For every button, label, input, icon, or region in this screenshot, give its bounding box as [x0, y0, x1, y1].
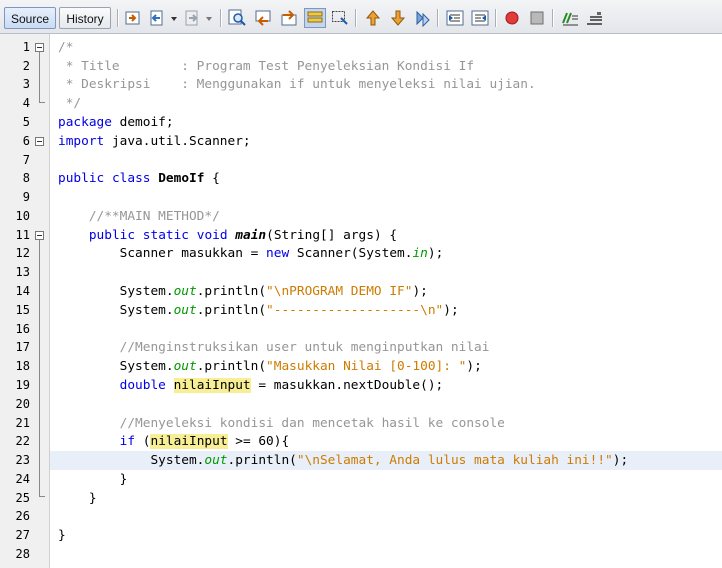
toolbar-separator: [220, 9, 222, 27]
toolbar-separator: [355, 9, 357, 27]
code-line: //Menginstruksikan user untuk menginputk…: [58, 340, 490, 355]
code-line: Scanner masukkan = new Scanner(System.in…: [58, 246, 444, 261]
fold-end: [39, 102, 45, 103]
fold-toggle-icon[interactable]: [35, 137, 44, 146]
line-number: 21: [15, 416, 30, 430]
fold-toggle-icon[interactable]: [35, 231, 44, 240]
bookmark-icon[interactable]: [414, 9, 432, 27]
record-macro-icon[interactable]: [503, 9, 521, 27]
shift-line-up-icon[interactable]: [364, 9, 382, 27]
line-number: 19: [15, 378, 30, 392]
line-number: 15: [15, 303, 30, 317]
toolbar-separator: [117, 9, 119, 27]
code-line: //Menyeleksi kondisi dan mencetak hasil …: [58, 416, 505, 431]
comment-icon[interactable]: [561, 9, 579, 27]
line-number: 25: [15, 491, 30, 505]
code-line: }: [58, 491, 97, 506]
line-number: 7: [22, 153, 30, 167]
occurrence-highlight: nilaiInput: [173, 378, 251, 393]
line-number: 18: [15, 359, 30, 373]
code-line: System.out.println("-------------------\…: [58, 303, 459, 318]
tab-history[interactable]: History: [59, 7, 111, 29]
line-number: 13: [15, 265, 30, 279]
forward-dropdown-icon[interactable]: [204, 9, 214, 27]
toolbar-separator: [437, 9, 439, 27]
code-line: * Title : Program Test Penyeleksian Kond…: [58, 59, 475, 74]
code-line: System.out.println("Masukkan Nilai [0-10…: [58, 359, 482, 374]
toggle-highlight-icon[interactable]: [304, 8, 326, 28]
find-previous-icon[interactable]: [254, 9, 272, 27]
line-number: 8: [22, 171, 30, 185]
code-line: public static void main(String[] args) {: [88, 228, 398, 243]
line-number: 3: [22, 77, 30, 91]
code-line-current: System.out.println("\nSelamat, Anda lulu…: [58, 453, 629, 468]
fold-toggle-icon[interactable]: [35, 43, 44, 52]
occurrence-highlight: nilaiInput: [150, 434, 228, 449]
back-icon[interactable]: [148, 9, 166, 27]
line-number: 17: [15, 340, 30, 354]
code-line: }: [58, 528, 66, 543]
line-number: 9: [22, 190, 30, 204]
uncomment-icon[interactable]: [585, 9, 603, 27]
fold-guide: [39, 52, 40, 102]
line-number: 24: [15, 472, 30, 486]
editor-toolbar: Source History: [0, 0, 722, 34]
line-number: 11: [15, 228, 30, 242]
code-line: /*: [58, 40, 74, 55]
code-line: */: [58, 96, 82, 111]
code-line: //**MAIN METHOD*/: [58, 209, 220, 224]
line-number: 1: [22, 40, 30, 54]
toolbar-separator: [552, 9, 554, 27]
line-number: 26: [15, 509, 30, 523]
line-number: 4: [22, 96, 30, 110]
line-number: 22: [15, 434, 30, 448]
stop-macro-icon[interactable]: [528, 9, 546, 27]
line-number: 27: [15, 528, 30, 542]
fold-end: [39, 496, 45, 497]
find-selection-icon[interactable]: [331, 9, 349, 27]
back-dropdown-icon[interactable]: [169, 9, 179, 27]
line-number: 6: [22, 134, 30, 148]
last-edit-icon[interactable]: [124, 9, 142, 27]
line-number: 28: [15, 547, 30, 561]
code-line: package demoif;: [58, 115, 174, 130]
forward-icon[interactable]: [183, 9, 201, 27]
line-number: 23: [15, 453, 30, 467]
shift-left-icon[interactable]: [446, 9, 464, 27]
code-line: * Deskripsi : Menggunakan if untuk menye…: [58, 77, 536, 92]
code-line: public class DemoIf {: [58, 171, 220, 186]
line-number: 2: [22, 59, 30, 73]
code-line: import java.util.Scanner;: [58, 134, 251, 149]
code-line: }: [58, 472, 128, 487]
fold-guide: [39, 240, 40, 496]
find-icon[interactable]: [228, 9, 246, 27]
line-number: 20: [15, 397, 30, 411]
toolbar-separator: [495, 9, 497, 27]
code-line: double nilaiInput = masukkan.nextDouble(…: [119, 378, 444, 393]
line-number: 14: [15, 284, 30, 298]
line-number: 10: [15, 209, 30, 223]
code-line: if (nilaiInput >= 60){: [119, 434, 290, 449]
code-line: System.out.println("\nPROGRAM DEMO IF");: [58, 284, 428, 299]
shift-line-down-icon[interactable]: [389, 9, 407, 27]
tab-source[interactable]: Source: [4, 7, 56, 29]
find-next-icon[interactable]: [280, 9, 298, 27]
shift-right-icon[interactable]: [471, 9, 489, 27]
line-number: 16: [15, 322, 30, 336]
line-number: 5: [22, 115, 30, 129]
line-number: 12: [15, 246, 30, 260]
